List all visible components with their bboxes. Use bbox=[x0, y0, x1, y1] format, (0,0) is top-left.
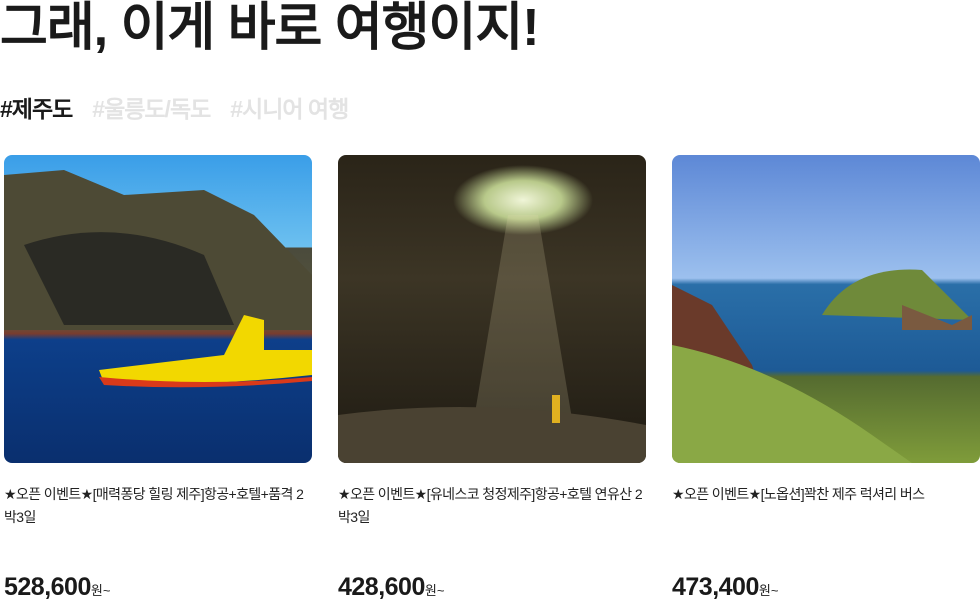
product-card[interactable]: ★오픈 이벤트★[노옵션]꽉찬 제주 럭셔리 버스 473,400 원~ bbox=[672, 155, 980, 602]
product-image-coast[interactable] bbox=[672, 155, 980, 463]
product-title[interactable]: ★오픈 이벤트★[유네스코 청정제주]항공+호텔 연유산 2박3일 bbox=[338, 483, 646, 531]
price-unit: 원~ bbox=[758, 583, 779, 598]
product-card[interactable]: ★오픈 이벤트★[유네스코 청정제주]항공+호텔 연유산 2박3일 428,60… bbox=[338, 155, 646, 602]
price-unit: 원~ bbox=[90, 583, 111, 598]
price-value: 428,600 bbox=[338, 573, 425, 601]
region-tabs: #제주도 #울릉도/독도 #시니어 여행 bbox=[0, 90, 349, 124]
product-title[interactable]: ★오픈 이벤트★[매력퐁당 힐링 제주]항공+호텔+품격 2박3일 bbox=[4, 483, 312, 531]
price-value: 528,600 bbox=[4, 573, 91, 601]
price-unit: 원~ bbox=[424, 583, 445, 598]
tab-jeju[interactable]: #제주도 bbox=[0, 90, 73, 124]
tab-senior-travel[interactable]: #시니어 여행 bbox=[230, 90, 349, 124]
tab-ulleungdo-dokdo[interactable]: #울릉도/독도 bbox=[92, 90, 211, 124]
product-image-submarine[interactable] bbox=[4, 155, 312, 463]
product-price: 528,600 원~ bbox=[4, 573, 312, 602]
page-title: 그래, 이게 바로 여행이지! bbox=[0, 0, 540, 57]
product-card[interactable]: ★오픈 이벤트★[매력퐁당 힐링 제주]항공+호텔+품격 2박3일 528,60… bbox=[4, 155, 312, 602]
product-image-lava-cave[interactable] bbox=[338, 155, 646, 463]
product-title[interactable]: ★오픈 이벤트★[노옵션]꽉찬 제주 럭셔리 버스 bbox=[672, 483, 980, 531]
product-price: 428,600 원~ bbox=[338, 573, 646, 602]
product-price: 473,400 원~ bbox=[672, 573, 980, 602]
price-value: 473,400 bbox=[672, 573, 759, 601]
